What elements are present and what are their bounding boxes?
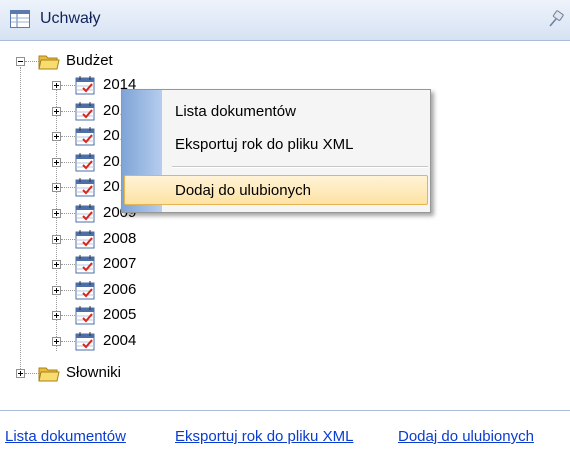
tree-node-label: 2005	[103, 306, 137, 324]
menu-item-label: Lista dokumentów	[175, 103, 296, 120]
menu-item-label: Eksportuj rok do pliku XML	[175, 136, 354, 153]
tree-node-label: 2006	[103, 280, 137, 298]
link-document-list[interactable]: Lista dokumentów	[5, 428, 126, 445]
tree-node-year-2004[interactable]: 2004	[0, 329, 170, 353]
tree-node-slowniki[interactable]: Słowniki	[0, 361, 150, 385]
tree-node-label: Budżet	[66, 52, 113, 69]
menu-item-document-list[interactable]: Lista dokumentów	[124, 97, 428, 127]
menu-separator	[172, 166, 428, 168]
table-icon	[10, 10, 30, 28]
tree-node-label: 2004	[103, 332, 137, 349]
link-add-to-favorites[interactable]: Dodaj do ulubionych	[398, 428, 534, 445]
menu-item-export-xml[interactable]: Eksportuj rok do pliku XML	[124, 130, 428, 160]
link-export-xml[interactable]: Eksportuj rok do pliku XML	[175, 428, 353, 445]
action-bar-divider	[0, 410, 570, 411]
menu-item-label: Dodaj do ulubionych	[175, 182, 311, 199]
tree-node-label: 2008	[103, 229, 137, 247]
pin-icon[interactable]	[548, 10, 566, 28]
panel-header: Uchwały	[0, 0, 570, 41]
tree-node-year-2008[interactable]: 2008	[0, 227, 170, 251]
tree-node-label: Słowniki	[66, 364, 122, 381]
tree-node-year-2006[interactable]: 2006	[0, 278, 170, 302]
menu-item-add-to-favorites[interactable]: Dodaj do ulubionych	[124, 175, 428, 205]
panel-title: Uchwały	[40, 10, 101, 27]
tree-node-year-2005[interactable]: 2005	[0, 303, 170, 327]
action-bar: Lista dokumentów Eksportuj rok do pliku …	[0, 386, 570, 449]
tree-node-budzet[interactable]: Budżet	[0, 49, 130, 73]
context-menu: Lista dokumentów Eksportuj rok do pliku …	[121, 89, 431, 213]
tree-node-label: 2007	[103, 255, 137, 273]
tree-node-year-2007[interactable]: 2007	[0, 252, 170, 276]
